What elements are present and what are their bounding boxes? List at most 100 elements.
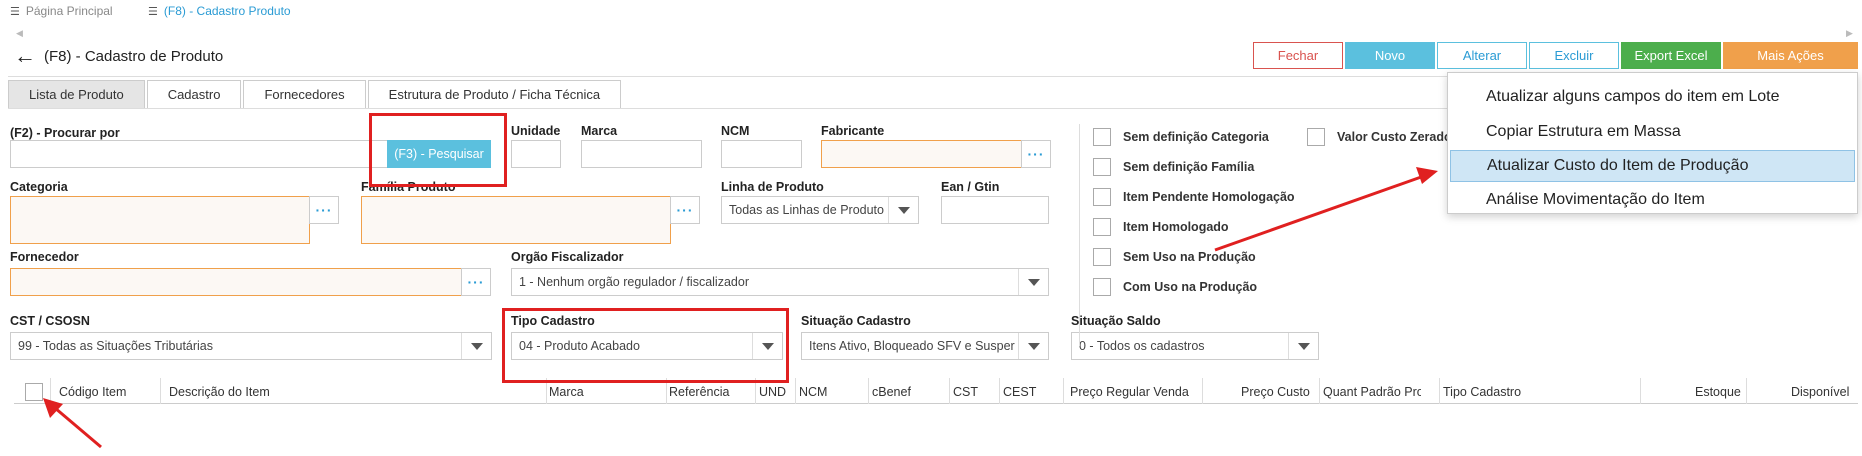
- column-separator: [795, 378, 796, 404]
- back-arrow-icon[interactable]: ←: [14, 45, 36, 67]
- column-header[interactable]: Preço Regular Venda: [1070, 383, 1189, 401]
- column-header[interactable]: Referência: [669, 383, 729, 401]
- categoria-lookup-button[interactable]: ···: [309, 196, 339, 224]
- checkbox[interactable]: [1093, 248, 1111, 266]
- ean-input[interactable]: [941, 196, 1049, 224]
- delete-button[interactable]: Excluir: [1529, 42, 1619, 69]
- fabricante-input[interactable]: [821, 140, 1022, 168]
- column-separator: [160, 378, 161, 404]
- column-header[interactable]: Preço Custo: [1241, 383, 1310, 401]
- orgao-label: Orgão Fiscalizador: [511, 250, 624, 264]
- select-all-checkbox[interactable]: [25, 383, 43, 401]
- export-excel-button[interactable]: Export Excel: [1621, 42, 1721, 69]
- situacao-cadastro-select[interactable]: Itens Ativo, Bloqueado SFV e Susper: [801, 332, 1049, 360]
- categoria-label: Categoria: [10, 180, 68, 194]
- fornecedor-input[interactable]: [10, 268, 462, 296]
- column-header[interactable]: cBenef: [872, 383, 911, 401]
- top-tab-bar: ☰ Página Principal ☰ (F8) - Cadastro Pro…: [0, 0, 1862, 26]
- close-button[interactable]: Fechar: [1253, 42, 1343, 69]
- linha-select-value: Todas as Linhas de Produto: [729, 203, 884, 217]
- orgao-select[interactable]: 1 - Nenhum orgão regulador / fiscalizado…: [511, 268, 1049, 296]
- column-separator: [1063, 378, 1064, 404]
- column-header[interactable]: Código Item: [59, 383, 126, 401]
- column-header[interactable]: Estoque: [1695, 383, 1741, 401]
- column-header[interactable]: CEST: [1003, 383, 1036, 401]
- checkbox[interactable]: [1093, 158, 1111, 176]
- ean-label: Ean / Gtin: [941, 180, 1000, 194]
- column-separator: [1439, 378, 1440, 404]
- checkbox-valor-custo-zerado[interactable]: Valor Custo Zerado: [1307, 128, 1452, 146]
- situacao-cadastro-label: Situação Cadastro: [801, 314, 911, 328]
- edit-button[interactable]: Alterar: [1437, 42, 1527, 69]
- checkbox[interactable]: [1093, 218, 1111, 236]
- column-separator: [1640, 378, 1641, 404]
- situacao-saldo-value: 0 - Todos os cadastros: [1079, 339, 1205, 353]
- familia-input[interactable]: [361, 196, 671, 244]
- checkbox-sem-uso-producao[interactable]: Sem Uso na Produção: [1093, 248, 1256, 266]
- column-header[interactable]: Tipo Cadastro: [1443, 383, 1521, 401]
- categoria-input[interactable]: [10, 196, 310, 244]
- menu-item-atualizar-campos-lote[interactable]: Atualizar alguns campos do item em Lote: [1450, 81, 1855, 113]
- page-title: (F8) - Cadastro de Produto: [44, 47, 224, 65]
- column-header[interactable]: Disponível: [1791, 383, 1849, 401]
- fabricante-label: Fabricante: [821, 124, 885, 138]
- column-separator: [999, 378, 1000, 404]
- column-separator: [1319, 378, 1320, 404]
- chevron-down-icon[interactable]: [1018, 269, 1048, 295]
- situacao-saldo-label: Situação Saldo: [1071, 314, 1161, 328]
- checkbox[interactable]: [1307, 128, 1325, 146]
- more-actions-button[interactable]: Mais Ações: [1723, 42, 1858, 69]
- tab-estrutura-produto[interactable]: Estrutura de Produto / Ficha Técnica: [367, 80, 622, 108]
- marca-input[interactable]: [581, 140, 702, 168]
- scroll-right-icon[interactable]: ▶: [1846, 28, 1853, 39]
- annotation-arrow-checkbox: [54, 406, 102, 449]
- new-button[interactable]: Novo: [1345, 42, 1435, 69]
- column-separator: [1746, 378, 1747, 404]
- familia-lookup-button[interactable]: ···: [670, 196, 700, 224]
- chevron-down-icon[interactable]: [461, 333, 491, 359]
- column-header[interactable]: CST: [953, 383, 978, 401]
- column-separator: [1202, 378, 1203, 404]
- checkbox-com-uso-producao[interactable]: Com Uso na Produção: [1093, 278, 1257, 296]
- column-header[interactable]: Quant Padrão Proc: [1323, 383, 1421, 401]
- tab-fornecedores[interactable]: Fornecedores: [243, 80, 366, 108]
- cst-label: CST / CSOSN: [10, 314, 90, 328]
- fornecedor-lookup-button[interactable]: ···: [461, 268, 491, 296]
- checkbox-label: Sem Uso na Produção: [1123, 250, 1256, 264]
- checkbox-homologado[interactable]: Item Homologado: [1093, 218, 1229, 236]
- top-tab-cadastro-produto[interactable]: ☰ (F8) - Cadastro Produto: [148, 4, 291, 18]
- scroll-left-icon[interactable]: ◀: [16, 28, 23, 39]
- cst-select[interactable]: 99 - Todas as Situações Tributárias: [10, 332, 492, 360]
- column-header[interactable]: UND: [759, 383, 786, 401]
- fabricante-lookup-button[interactable]: ···: [1021, 140, 1051, 168]
- column-header[interactable]: Marca: [549, 383, 584, 401]
- menu-item-analise-movimentacao[interactable]: Análise Movimentação do Item: [1450, 184, 1855, 216]
- situacao-saldo-select[interactable]: 0 - Todos os cadastros: [1071, 332, 1319, 360]
- checkbox[interactable]: [1093, 278, 1111, 296]
- checkbox-sem-familia[interactable]: Sem definição Família: [1093, 158, 1254, 176]
- tab-lista-produto[interactable]: Lista de Produto: [8, 80, 145, 108]
- checkbox[interactable]: [1093, 128, 1111, 146]
- chevron-down-icon[interactable]: [888, 197, 918, 223]
- linha-select[interactable]: Todas as Linhas de Produto: [721, 196, 919, 224]
- annotation-box-search: [369, 113, 507, 187]
- tab-cadastro[interactable]: Cadastro: [146, 80, 242, 108]
- ncm-input[interactable]: [721, 140, 802, 168]
- checkbox-pendente-homologacao[interactable]: Item Pendente Homologação: [1093, 188, 1295, 206]
- chevron-down-icon[interactable]: [1018, 333, 1048, 359]
- search-label: (F2) - Procurar por: [10, 126, 120, 140]
- checkbox-sem-categoria[interactable]: Sem definição Categoria: [1093, 128, 1269, 146]
- top-tab-home[interactable]: ☰ Página Principal: [10, 4, 113, 18]
- linha-label: Linha de Produto: [721, 180, 824, 194]
- column-separator: [868, 378, 869, 404]
- checkbox[interactable]: [1093, 188, 1111, 206]
- column-separator: [50, 378, 51, 404]
- chevron-down-icon[interactable]: [1288, 333, 1318, 359]
- column-header[interactable]: Descrição do Item: [169, 383, 270, 401]
- menu-item-copiar-estrutura[interactable]: Copiar Estrutura em Massa: [1450, 116, 1855, 148]
- unidade-input[interactable]: [511, 140, 561, 168]
- column-header[interactable]: NCM: [799, 383, 827, 401]
- search-input[interactable]: [10, 140, 388, 168]
- menu-item-atualizar-custo[interactable]: Atualizar Custo do Item de Produção: [1450, 150, 1855, 182]
- top-tab-label: Página Principal: [25, 4, 113, 18]
